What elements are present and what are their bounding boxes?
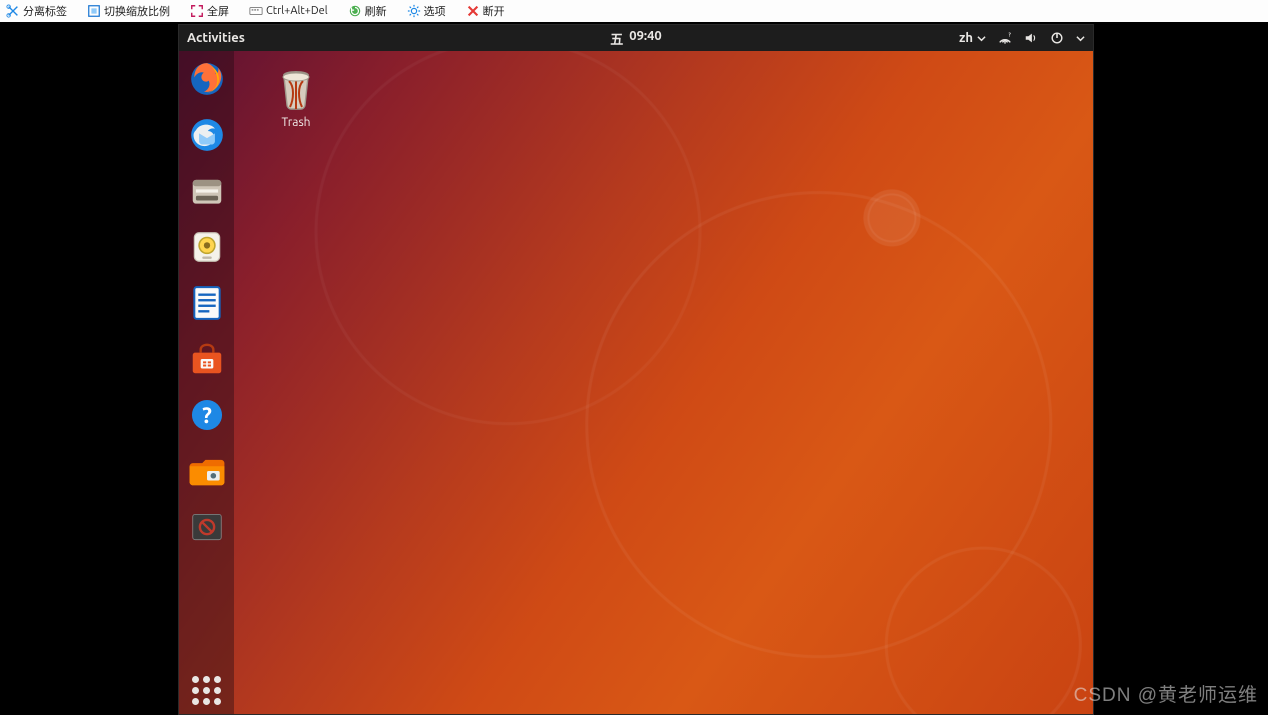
power-icon[interactable]: [1050, 31, 1064, 45]
tb-fullscreen[interactable]: 全屏: [190, 3, 229, 19]
fullscreen-icon: [190, 4, 204, 18]
show-applications-button[interactable]: [189, 672, 225, 708]
gear-icon: [407, 4, 421, 18]
host-toolbar: 分离标签 切换缩放比例 全屏 Ctrl+Alt+Del 刷新 选项 断开: [0, 0, 1268, 22]
tb-label: 刷新: [365, 3, 387, 19]
dock-disabled-app[interactable]: [187, 507, 227, 547]
tb-label: 全屏: [207, 3, 229, 19]
tb-disconnect[interactable]: 断开: [466, 3, 505, 19]
tb-label: Ctrl+Alt+Del: [266, 5, 328, 17]
dock: ?: [179, 51, 234, 714]
svg-text:?: ?: [1009, 31, 1012, 37]
dock-help[interactable]: ?: [187, 395, 227, 435]
input-method-indicator[interactable]: zh: [959, 31, 986, 45]
tb-label: 选项: [424, 3, 446, 19]
activities-button[interactable]: Activities: [187, 31, 245, 45]
tb-label: 切换缩放比例: [104, 3, 170, 19]
clock-time: 09:40: [629, 29, 662, 48]
trash-icon: [272, 65, 320, 113]
dock-folder-screenshot[interactable]: [187, 451, 227, 491]
clock[interactable]: 五 09:40: [610, 29, 662, 48]
refresh-icon: [348, 4, 362, 18]
desktop-trash[interactable]: Trash: [261, 65, 331, 129]
guest-screen: Activities 五 09:40 zh ?: [178, 24, 1094, 715]
network-icon[interactable]: ?: [998, 31, 1012, 45]
chevron-down-icon: [977, 34, 986, 43]
tb-label: 分离标签: [23, 3, 67, 19]
scale-icon: [87, 4, 101, 18]
svg-text:?: ?: [202, 403, 212, 428]
gnome-topbar: Activities 五 09:40 zh ?: [179, 25, 1093, 51]
dock-software[interactable]: [187, 339, 227, 379]
tb-detach-tab[interactable]: 分离标签: [6, 3, 67, 19]
tb-refresh[interactable]: 刷新: [348, 3, 387, 19]
remote-viewer: Activities 五 09:40 zh ?: [0, 22, 1268, 715]
dock-rhythmbox[interactable]: [187, 227, 227, 267]
chevron-down-icon: [1076, 34, 1085, 43]
tb-options[interactable]: 选项: [407, 3, 446, 19]
volume-icon[interactable]: [1024, 31, 1038, 45]
keyboard-icon: [249, 4, 263, 18]
dock-files[interactable]: [187, 171, 227, 211]
clock-day: 五: [610, 29, 623, 48]
dock-thunderbird[interactable]: [187, 115, 227, 155]
desktop-trash-label: Trash: [261, 116, 331, 129]
scissors-icon: [6, 4, 20, 18]
tb-cad[interactable]: Ctrl+Alt+Del: [249, 4, 328, 18]
watermark: CSDN @黄老师运维: [1074, 680, 1258, 707]
dock-writer[interactable]: [187, 283, 227, 323]
tb-label: 断开: [483, 3, 505, 19]
close-icon: [466, 4, 480, 18]
dock-firefox[interactable]: [187, 59, 227, 99]
tb-toggle-scale[interactable]: 切换缩放比例: [87, 3, 170, 19]
